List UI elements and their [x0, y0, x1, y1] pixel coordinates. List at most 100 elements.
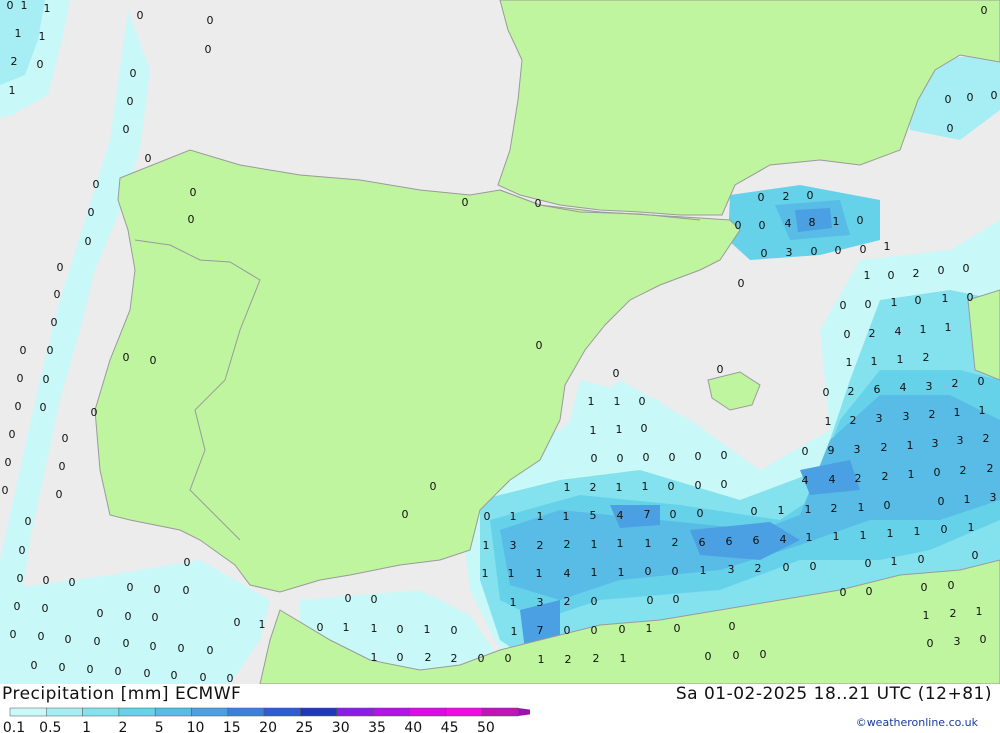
precip-value: 0	[127, 95, 134, 108]
legend-label: 5	[155, 720, 164, 733]
precip-value: 2	[881, 441, 888, 454]
legend-label: 30	[332, 720, 350, 733]
precip-value: 3	[854, 443, 861, 456]
precip-value: 0	[857, 214, 864, 227]
precip-value: 1	[371, 622, 378, 635]
precip-value: 1	[483, 539, 490, 552]
legend-label: 1	[82, 720, 91, 733]
precip-value: 1	[891, 296, 898, 309]
precip-value: 1	[964, 493, 971, 506]
legend-label: 0.1	[3, 720, 25, 733]
precip-value: 0	[945, 93, 952, 106]
precip-value: 2	[425, 651, 432, 664]
legend-colorbar: 0.1 0.5 1 2 5 10 15 20 25 30 35 40 45 50	[3, 707, 530, 733]
precip-value: 1	[482, 567, 489, 580]
precip-value: 0	[884, 499, 891, 512]
precip-value: 2	[848, 385, 855, 398]
precip-value: 1	[942, 292, 949, 305]
precip-value: 0	[672, 565, 679, 578]
precip-value: 6	[726, 535, 733, 548]
precip-value: 1	[591, 566, 598, 579]
precip-value: 1	[914, 525, 921, 538]
legend-label: 20	[259, 720, 277, 733]
precip-value: 0	[591, 624, 598, 637]
precip-value: 0	[123, 351, 130, 364]
footer: Precipitation [mm] ECMWF Sa 01-02-2025 1…	[0, 684, 1000, 733]
precip-value: 8	[809, 216, 816, 229]
precip-value: 0	[613, 367, 620, 380]
precip-value: 0	[938, 264, 945, 277]
legend-swatch	[336, 707, 374, 717]
precip-value: 0	[564, 624, 571, 637]
precip-value: 0	[15, 400, 22, 413]
precip-value: 0	[810, 560, 817, 573]
credit-text: ©weatheronline.co.uk	[855, 716, 978, 729]
precip-value: 0	[759, 219, 766, 232]
precip-value: 1	[858, 501, 865, 514]
legend-swatch	[227, 707, 265, 717]
precip-value: 0	[17, 372, 24, 385]
precip-value: 0	[125, 610, 132, 623]
precip-value: 0	[639, 395, 646, 408]
precip-value: 0	[42, 602, 49, 615]
precip-value: 2	[850, 414, 857, 427]
legend-swatch	[154, 707, 192, 717]
legend-label: 10	[187, 720, 205, 733]
precip-value: 0	[123, 123, 130, 136]
precip-value: 1	[806, 531, 813, 544]
precip-value: 0	[717, 363, 724, 376]
precip-value: 2	[537, 539, 544, 552]
precip-value: 0	[62, 432, 69, 445]
precip-value: 2	[590, 481, 597, 494]
precip-value: 2	[950, 607, 957, 620]
legend-swatch	[263, 707, 301, 717]
precip-value: 0	[37, 58, 44, 71]
precip-value: 0	[927, 637, 934, 650]
precip-value: 0	[17, 572, 24, 585]
precip-value: 1	[645, 537, 652, 550]
precip-value: 0	[150, 354, 157, 367]
precip-value: 0	[866, 585, 873, 598]
precip-value: 7	[537, 624, 544, 637]
precip-value: 2	[960, 464, 967, 477]
precip-value: 0	[947, 122, 954, 135]
precip-value: 1	[537, 510, 544, 523]
precip-value: 5	[590, 509, 597, 522]
precip-value: 0	[938, 495, 945, 508]
precip-value: 0	[840, 299, 847, 312]
precip-value: 0	[234, 616, 241, 629]
precip-value: 0	[188, 213, 195, 226]
precip-value: 0	[645, 565, 652, 578]
precip-value: 0	[154, 583, 161, 596]
precip-value: 0	[915, 294, 922, 307]
precip-value: 0	[643, 451, 650, 464]
precip-value: 0	[345, 592, 352, 605]
legend-swatch	[9, 707, 47, 717]
precip-value: 0	[918, 553, 925, 566]
precip-value: 0	[733, 649, 740, 662]
precip-value: 0	[85, 235, 92, 248]
precip-value: 0	[591, 595, 598, 608]
legend-label: 40	[404, 720, 422, 733]
precip-value: 0	[9, 428, 16, 441]
precip-value: 0	[91, 406, 98, 419]
precip-value: 3	[537, 596, 544, 609]
precip-value: 1	[976, 605, 983, 618]
precip-value: 1	[954, 406, 961, 419]
precip-value: 1	[508, 567, 515, 580]
precip-value: 0	[536, 339, 543, 352]
precip-value: 0	[695, 450, 702, 463]
precip-value: 2	[564, 538, 571, 551]
precip-value: 0	[451, 624, 458, 637]
legend-swatch	[118, 707, 156, 717]
precip-value: 0	[171, 669, 178, 682]
precip-value: 0	[200, 671, 207, 684]
legend-swatch	[372, 707, 410, 717]
precip-value: 0	[38, 630, 45, 643]
precip-value: 7	[644, 508, 651, 521]
precip-value: 4	[895, 325, 902, 338]
precip-value: 1	[897, 353, 904, 366]
precip-value: 2	[952, 377, 959, 390]
precip-value: 4	[617, 509, 624, 522]
precip-value: 3	[932, 437, 939, 450]
